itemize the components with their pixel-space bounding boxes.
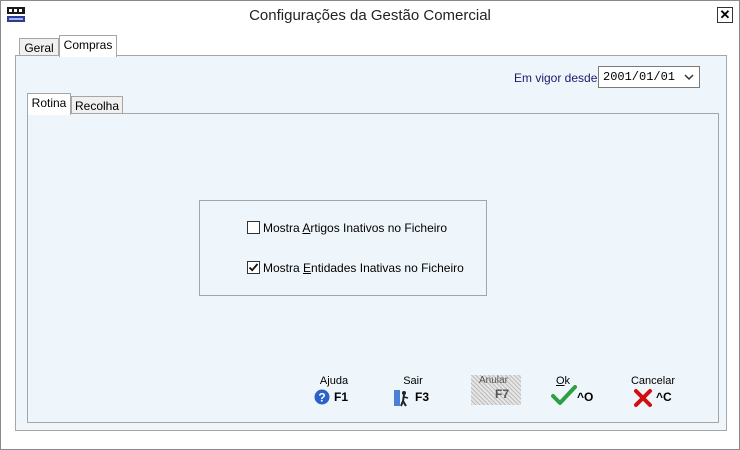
chevron-down-icon — [684, 74, 694, 81]
dialog-window: Configurações da Gestão Comercial ✕ Gera… — [0, 0, 740, 450]
ok-button[interactable]: Ok ^O — [547, 375, 603, 415]
option-label: Mostra Artigos Inativos no Ficheiro — [263, 221, 448, 235]
vigor-date-value: 2001/01/01 — [603, 70, 676, 84]
title-bar: Configurações da Gestão Comercial ✕ — [1, 1, 739, 31]
checkmark-icon — [248, 263, 259, 272]
checkbox-entidades-inativas[interactable] — [247, 261, 260, 274]
exit-icon — [394, 390, 409, 407]
vigor-date-select[interactable]: 2001/01/01 — [598, 66, 700, 88]
close-button[interactable]: ✕ — [717, 7, 733, 23]
disabled-button: Anular F7 — [471, 375, 521, 405]
checkbox-artigos-inativos[interactable] — [247, 221, 260, 234]
check-icon — [551, 385, 577, 405]
close-icon: ✕ — [719, 7, 731, 22]
tab-compras[interactable]: Compras — [59, 35, 117, 57]
option-label: Mostra Entidades Inativas no Ficheiro — [263, 261, 464, 275]
x-icon — [634, 389, 652, 407]
help-button[interactable]: Ajuda ? F1 — [306, 375, 362, 415]
tab-rotina[interactable]: Rotina — [27, 93, 71, 115]
window-title: Configurações da Gestão Comercial — [249, 7, 491, 24]
options-group — [199, 200, 487, 296]
exit-button[interactable]: Sair F3 — [385, 375, 441, 415]
svg-text:?: ? — [318, 391, 325, 405]
vigor-label: Em vigor desde : — [514, 71, 605, 85]
cancel-button[interactable]: Cancelar ^C — [625, 375, 681, 415]
help-icon: ? — [314, 389, 330, 405]
